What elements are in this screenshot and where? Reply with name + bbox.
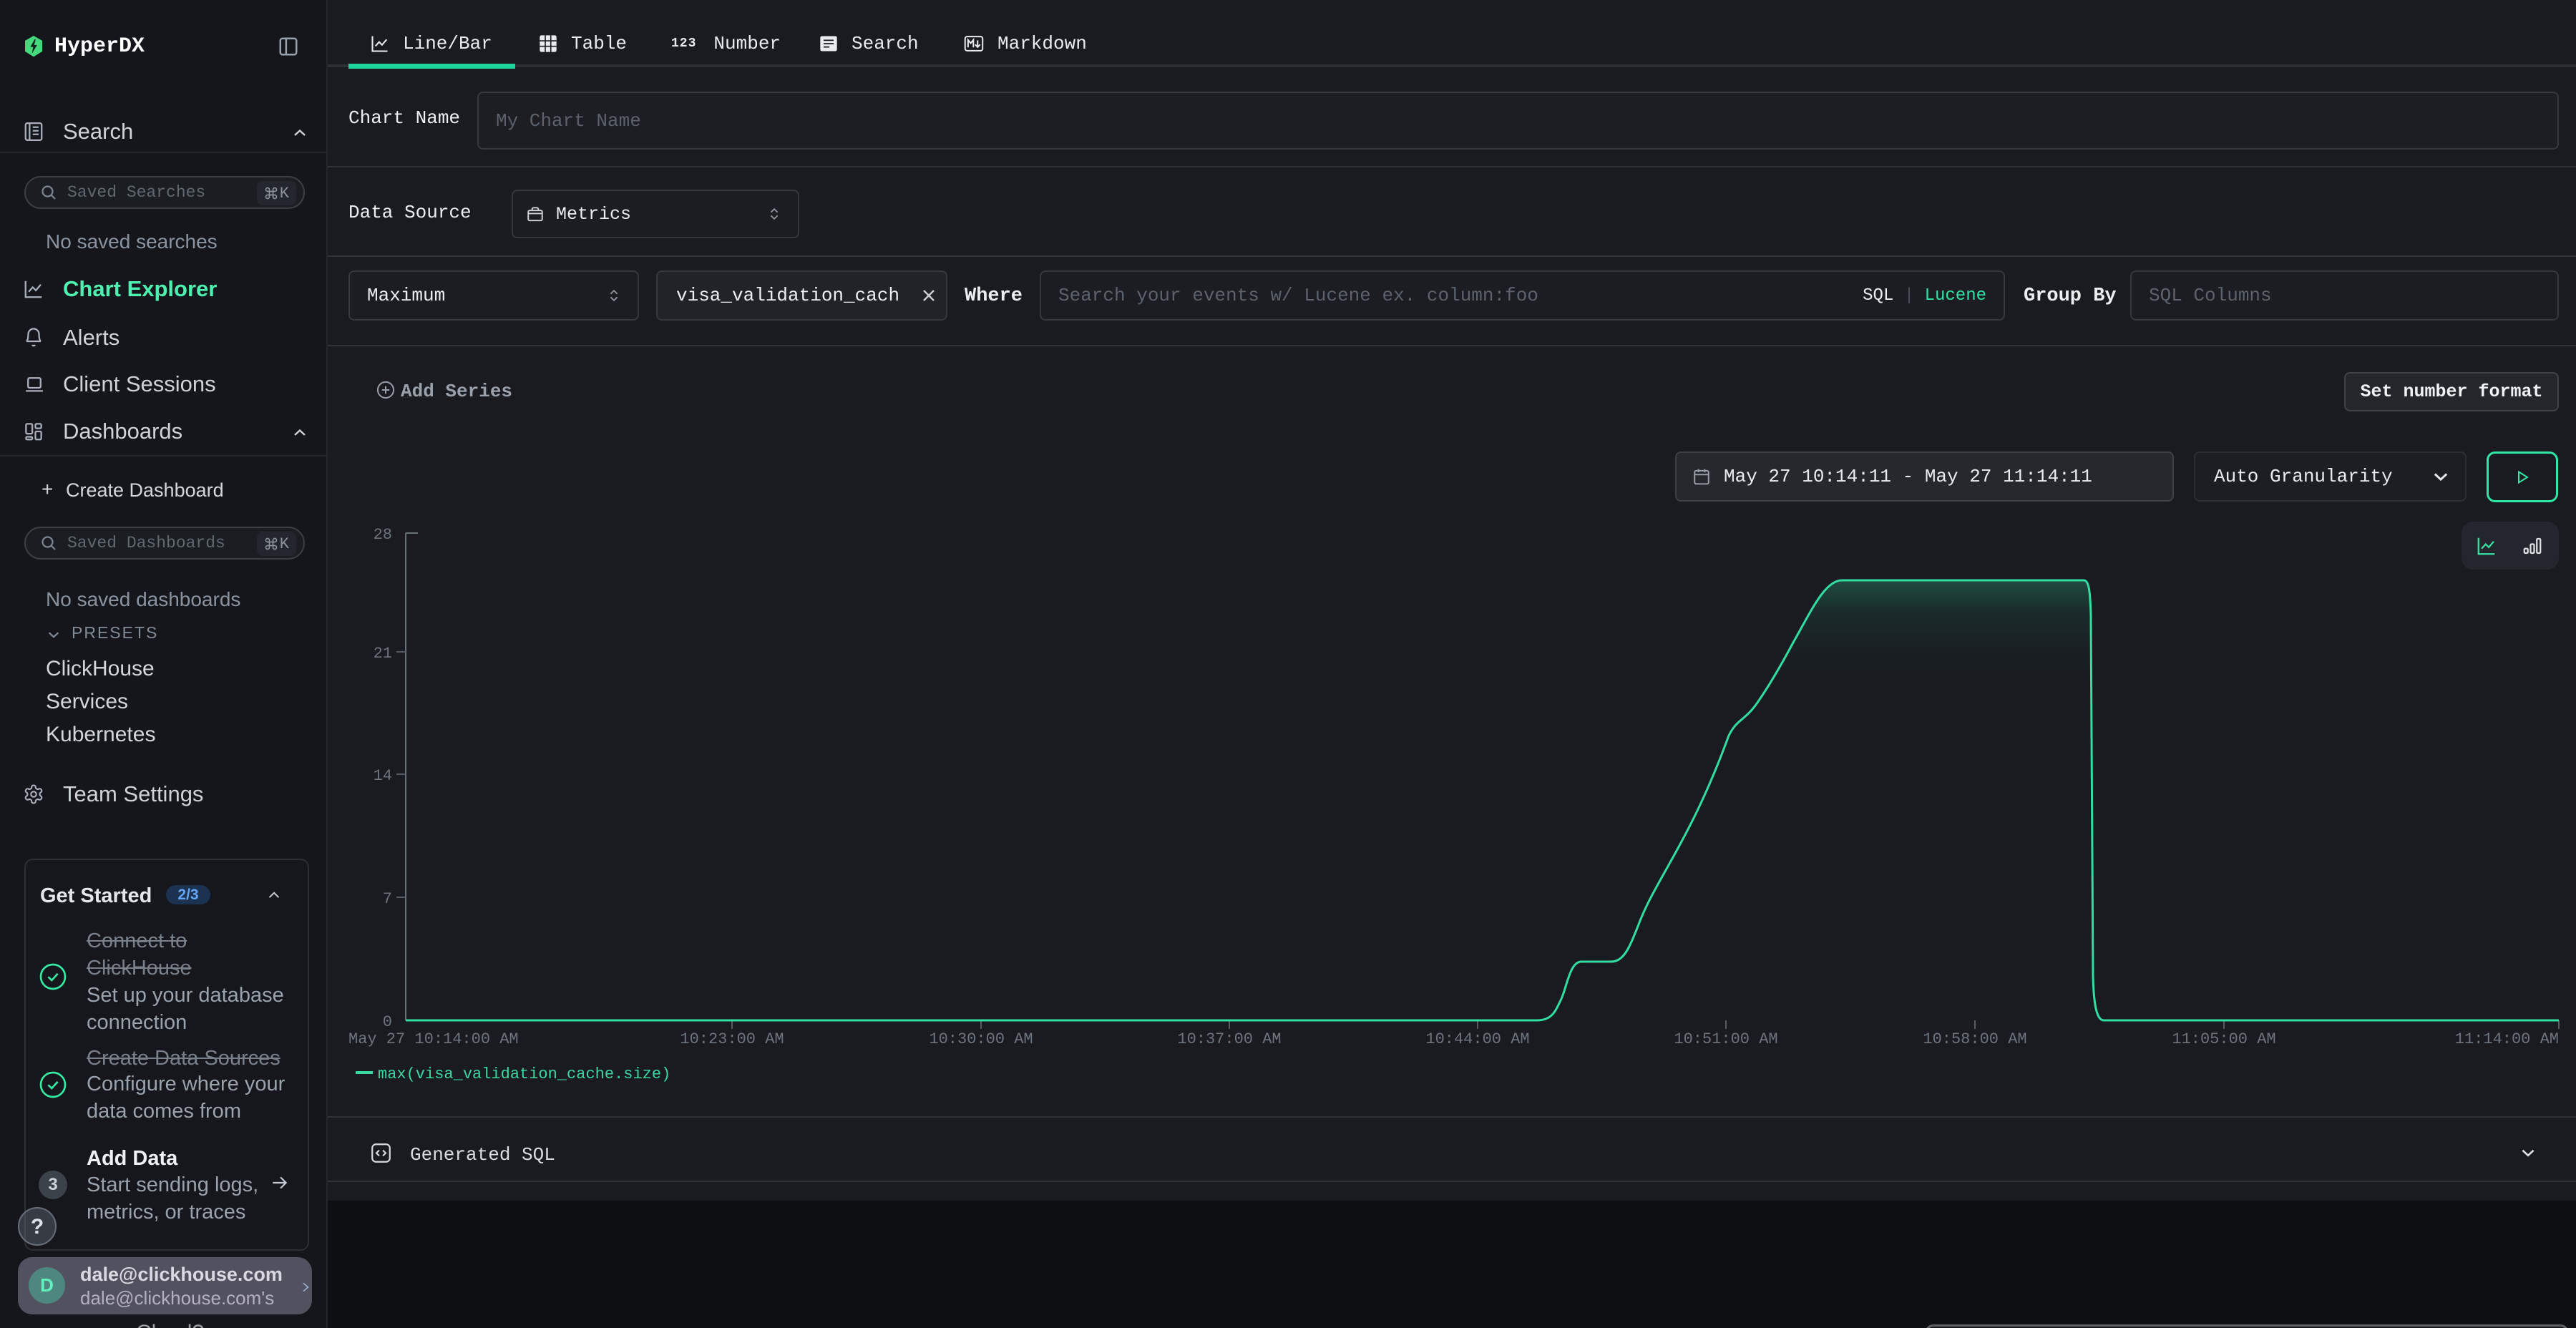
svg-text:11:14:00 AM: 11:14:00 AM bbox=[2455, 1030, 2559, 1048]
svg-text:7: 7 bbox=[383, 890, 392, 908]
svg-text:28: 28 bbox=[374, 526, 392, 544]
svg-text:10:58:00 AM: 10:58:00 AM bbox=[1923, 1030, 2026, 1048]
svg-text:21: 21 bbox=[374, 645, 392, 663]
svg-text:10:51:00 AM: 10:51:00 AM bbox=[1674, 1030, 1777, 1048]
svg-text:14: 14 bbox=[374, 767, 392, 785]
svg-text:0: 0 bbox=[383, 1013, 392, 1031]
svg-text:10:37:00 AM: 10:37:00 AM bbox=[1177, 1030, 1281, 1048]
svg-text:10:23:00 AM: 10:23:00 AM bbox=[680, 1030, 784, 1048]
svg-text:10:30:00 AM: 10:30:00 AM bbox=[929, 1030, 1033, 1048]
svg-text:max(visa_validation_cache.size: max(visa_validation_cache.size) bbox=[378, 1065, 670, 1083]
svg-text:10:44:00 AM: 10:44:00 AM bbox=[1425, 1030, 1529, 1048]
svg-text:11:05:00 AM: 11:05:00 AM bbox=[2172, 1030, 2275, 1048]
svg-text:May 27 10:14:00 AM: May 27 10:14:00 AM bbox=[348, 1030, 519, 1048]
